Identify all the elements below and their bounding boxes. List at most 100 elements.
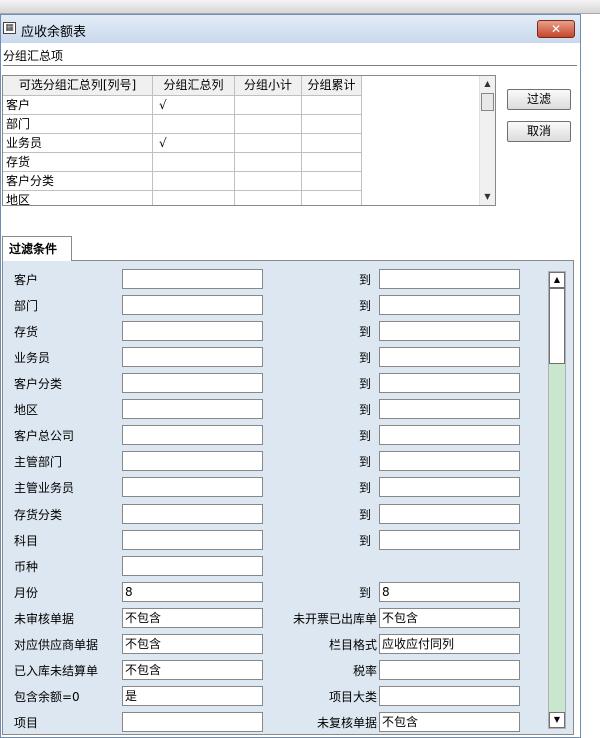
filter-to-input[interactable] bbox=[379, 399, 520, 419]
month-from-input[interactable]: 8 bbox=[122, 582, 263, 602]
to-label: 到 bbox=[359, 586, 372, 600]
filter-to-input[interactable] bbox=[379, 321, 520, 341]
scroll-down-icon[interactable]: ▼ bbox=[480, 189, 495, 205]
filter-label: 客户分类 bbox=[14, 377, 63, 391]
row-name: 部门 bbox=[3, 115, 153, 134]
filter-button[interactable]: 过滤 bbox=[507, 89, 571, 110]
table-row[interactable]: 客户分类 bbox=[3, 172, 362, 191]
to-label: 到 bbox=[359, 299, 372, 313]
cumulative-checkbox[interactable] bbox=[302, 172, 362, 191]
option-select[interactable]: 是 bbox=[122, 686, 263, 706]
to-label: 到 bbox=[359, 351, 372, 365]
group-checkbox[interactable]: √ bbox=[153, 134, 235, 153]
subtotal-checkbox[interactable] bbox=[235, 96, 302, 115]
filter-to-input[interactable] bbox=[379, 477, 520, 497]
option-label: 未开票已出库单 bbox=[292, 612, 377, 626]
group-grid-scrollbar[interactable]: ▲ ▼ bbox=[479, 76, 495, 205]
option-select[interactable]: 不包含 bbox=[122, 660, 263, 680]
cumulative-checkbox[interactable] bbox=[302, 115, 362, 134]
option-label: 未复核单据 bbox=[316, 716, 377, 730]
currency-input[interactable] bbox=[122, 556, 263, 576]
option-select[interactable]: 应收应付同列 bbox=[379, 634, 520, 654]
filter-label: 客户 bbox=[14, 273, 39, 287]
filter-to-input[interactable] bbox=[379, 504, 520, 524]
tab-filter-conditions[interactable]: 过滤条件 bbox=[2, 236, 72, 261]
cumulative-checkbox[interactable] bbox=[302, 134, 362, 153]
filter-from-input[interactable] bbox=[122, 530, 263, 550]
option-input[interactable] bbox=[379, 686, 520, 706]
group-checkbox[interactable] bbox=[153, 191, 235, 205]
filter-to-input[interactable] bbox=[379, 451, 520, 471]
month-to-input[interactable]: 8 bbox=[379, 582, 520, 602]
group-grid-header: 可选分组汇总列[列号] 分组汇总列 分组小计 分组累计 bbox=[3, 76, 362, 96]
group-checkbox[interactable] bbox=[153, 172, 235, 191]
column-header-group[interactable]: 分组汇总列 bbox=[153, 76, 235, 96]
subtotal-checkbox[interactable] bbox=[235, 115, 302, 134]
cumulative-checkbox[interactable] bbox=[302, 191, 362, 205]
scroll-up-icon[interactable]: ▲ bbox=[480, 76, 495, 92]
option-select[interactable]: 不包含 bbox=[379, 608, 520, 628]
filter-from-input[interactable] bbox=[122, 504, 263, 524]
filter-from-input[interactable] bbox=[122, 399, 263, 419]
column-header-available[interactable]: 可选分组汇总列[列号] bbox=[3, 76, 153, 96]
option-input[interactable] bbox=[122, 712, 263, 732]
window-title: 应收余额表 bbox=[21, 25, 87, 40]
option-label: 税率 bbox=[352, 664, 377, 678]
group-checkbox[interactable] bbox=[153, 115, 235, 134]
filter-to-input[interactable] bbox=[379, 530, 520, 550]
option-label: 包含余额=0 bbox=[14, 690, 80, 704]
filter-from-input[interactable] bbox=[122, 451, 263, 471]
option-input[interactable] bbox=[379, 660, 520, 680]
title-bar[interactable]: ▦ 应收余额表 ✕ bbox=[1, 15, 580, 43]
option-select[interactable]: 不包含 bbox=[122, 634, 263, 654]
group-grid: 可选分组汇总列[列号] 分组汇总列 分组小计 分组累计 客户 √ 部门 业务员 … bbox=[2, 75, 496, 206]
filter-label: 科目 bbox=[14, 534, 39, 548]
to-label: 到 bbox=[359, 534, 372, 548]
table-row[interactable]: 地区 bbox=[3, 191, 362, 205]
filter-from-input[interactable] bbox=[122, 295, 263, 315]
option-select[interactable]: 不包含 bbox=[122, 608, 263, 628]
subtotal-checkbox[interactable] bbox=[235, 153, 302, 172]
currency-label: 币种 bbox=[14, 560, 39, 574]
cumulative-checkbox[interactable] bbox=[302, 153, 362, 172]
table-row[interactable]: 业务员 √ bbox=[3, 134, 362, 153]
filter-from-input[interactable] bbox=[122, 321, 263, 341]
column-header-subtotal[interactable]: 分组小计 bbox=[235, 76, 302, 96]
filter-label: 业务员 bbox=[14, 351, 51, 365]
option-select[interactable]: 不包含 bbox=[379, 712, 520, 732]
scroll-thumb[interactable] bbox=[481, 93, 494, 111]
filter-from-input[interactable] bbox=[122, 477, 263, 497]
filter-from-input[interactable] bbox=[122, 425, 263, 445]
filter-to-input[interactable] bbox=[379, 269, 520, 289]
filter-label: 部门 bbox=[14, 299, 39, 313]
filter-from-input[interactable] bbox=[122, 269, 263, 289]
group-checkbox[interactable] bbox=[153, 153, 235, 172]
table-row[interactable]: 部门 bbox=[3, 115, 362, 134]
scroll-up-icon[interactable]: ▲ bbox=[549, 272, 565, 288]
option-label: 已入库未结算单 bbox=[14, 664, 99, 678]
subtotal-checkbox[interactable] bbox=[235, 172, 302, 191]
filter-from-input[interactable] bbox=[122, 373, 263, 393]
to-label: 到 bbox=[359, 429, 372, 443]
cancel-button[interactable]: 取消 bbox=[507, 121, 571, 142]
filter-to-input[interactable] bbox=[379, 425, 520, 445]
filter-to-input[interactable] bbox=[379, 373, 520, 393]
column-header-cumulative[interactable]: 分组累计 bbox=[302, 76, 362, 96]
row-name: 客户分类 bbox=[3, 172, 153, 191]
filter-panel: 客户 到 部门 到 存货 到 业务员 到 客户分类 到 地区 到 客户总公司 到… bbox=[2, 260, 574, 735]
subtotal-checkbox[interactable] bbox=[235, 134, 302, 153]
filter-from-input[interactable] bbox=[122, 347, 263, 367]
close-button[interactable]: ✕ bbox=[537, 20, 575, 38]
scroll-thumb[interactable] bbox=[549, 288, 565, 364]
subtotal-checkbox[interactable] bbox=[235, 191, 302, 205]
dialog-window: ▦ 应收余额表 ✕ 分组汇总项 可选分组汇总列[列号] 分组汇总列 分组小计 分… bbox=[0, 14, 581, 738]
group-checkbox[interactable]: √ bbox=[153, 96, 235, 115]
filter-panel-scrollbar[interactable]: ▲ ▼ bbox=[548, 271, 566, 729]
scroll-down-icon[interactable]: ▼ bbox=[549, 712, 565, 728]
table-row[interactable]: 存货 bbox=[3, 153, 362, 172]
row-name: 客户 bbox=[3, 96, 153, 115]
filter-to-input[interactable] bbox=[379, 295, 520, 315]
table-row[interactable]: 客户 √ bbox=[3, 96, 362, 115]
filter-to-input[interactable] bbox=[379, 347, 520, 367]
cumulative-checkbox[interactable] bbox=[302, 96, 362, 115]
